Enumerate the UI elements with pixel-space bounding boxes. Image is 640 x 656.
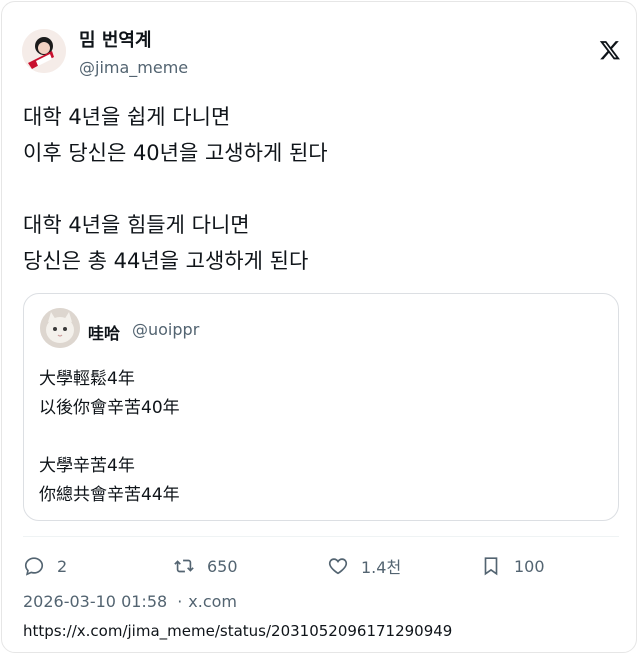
retweet-icon (174, 559, 194, 573)
retweet-button[interactable]: 650 (173, 554, 238, 578)
quote-line: 大學辛苦4年 (39, 456, 135, 476)
tweet-url[interactable]: https://x.com/jima_meme/status/203105209… (23, 622, 452, 640)
author-name[interactable]: 밈 번역계 (79, 26, 152, 52)
quote-line: 以後你會辛苦40年 (39, 398, 180, 418)
bookmark-count: 100 (514, 556, 545, 576)
tweet-line: 이후 당신은 40년을 고생하게 된다 (23, 141, 328, 165)
divider (23, 536, 619, 537)
bookmark-icon (484, 557, 498, 576)
tweet-line: 대학 4년을 쉽게 다니면 (23, 105, 231, 129)
quoted-tweet[interactable]: 哇哈 @uoippr 大學輕鬆4年 以後你會辛苦40年 大學辛苦4年 你總共會辛… (23, 293, 619, 521)
reply-count: 2 (57, 556, 68, 576)
meta-separator: · (177, 592, 183, 611)
author-avatar[interactable] (22, 29, 66, 73)
reply-icon (24, 557, 44, 576)
tweet-source[interactable]: x.com (188, 592, 237, 611)
quote-author-name[interactable]: 哇哈 (88, 320, 120, 344)
like-icon (328, 558, 348, 575)
like-button[interactable]: 1.4천 (327, 554, 401, 578)
quote-line (39, 423, 180, 452)
quote-author-handle[interactable]: @uoippr (132, 320, 199, 339)
tweet-text: 대학 4년을 쉽게 다니면 이후 당신은 40년을 고생하게 된다 대학 4년을… (23, 99, 613, 279)
retweet-count: 650 (207, 556, 238, 576)
quote-line: 你總共會辛苦44年 (39, 485, 180, 505)
quote-text: 大學輕鬆4年 以後你會辛苦40年 大學辛苦4年 你總共會辛苦44年 (39, 365, 180, 510)
tweet-meta: 2026-03-10 01:58 · x.com (23, 592, 237, 611)
quote-avatar[interactable] (40, 308, 80, 348)
like-count: 1.4천 (361, 558, 402, 577)
tweet-line: 당신은 총 44년을 고생하게 된다 (23, 249, 309, 273)
quote-line: 大學輕鬆4年 (39, 369, 135, 389)
x-logo-icon[interactable] (599, 39, 621, 61)
tweet-card: 밈 번역계 @jima_meme 대학 4년을 쉽게 다니면 이후 당신은 40… (1, 1, 637, 653)
tweet-datetime[interactable]: 2026-03-10 01:58 (23, 592, 167, 611)
tweet-line (23, 171, 613, 207)
author-handle[interactable]: @jima_meme (79, 58, 188, 77)
reply-button[interactable]: 2 (23, 554, 67, 578)
tweet-line: 대학 4년을 힘들게 다니면 (23, 213, 250, 237)
bookmark-button[interactable]: 100 (480, 554, 545, 578)
